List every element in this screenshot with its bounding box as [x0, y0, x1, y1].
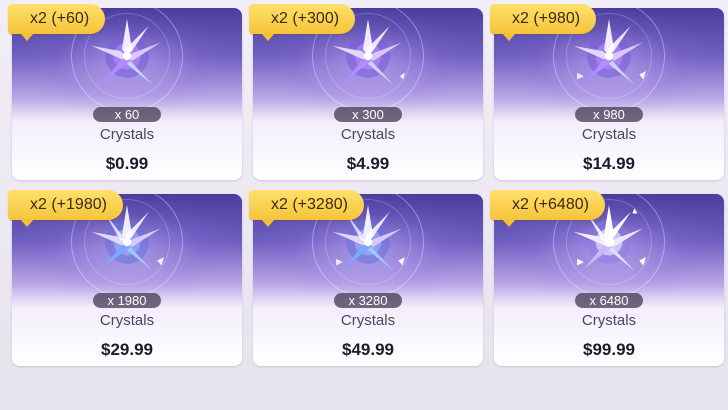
quantity-badge: x 300	[334, 107, 402, 122]
item-name: Crystals	[340, 126, 396, 143]
crystal-pack-card[interactable]: x2 (+1980) x 1980 Crystals $29.99	[8, 190, 242, 366]
crystal-pack-card[interactable]: x2 (+3280) x 3280 Crystals $49.99	[249, 190, 483, 366]
price-label: $99.99	[583, 340, 635, 359]
bonus-tag: x2 (+60)	[8, 4, 106, 41]
crystal-pack-card[interactable]: x2 (+980) x 980 Crystals $14.99	[490, 4, 724, 180]
price-label: $4.99	[346, 154, 390, 173]
crystal-pack-card[interactable]: x2 (+6480) x 6480 Crystals $99.99	[490, 190, 724, 366]
item-name: Crystals	[340, 312, 396, 329]
bonus-tag: x2 (+1980)	[8, 190, 123, 227]
item-name: Crystals	[99, 126, 155, 143]
crystal-pack-card[interactable]: x2 (+60) x 60 Crystals $0.99	[8, 4, 242, 180]
bonus-tag: x2 (+3280)	[249, 190, 364, 227]
item-name: Crystals	[99, 312, 155, 329]
price-label: $29.99	[101, 340, 153, 359]
price-label: $49.99	[342, 340, 394, 359]
bonus-tag: x2 (+300)	[249, 4, 356, 41]
item-name: Crystals	[581, 126, 637, 143]
bonus-tag: x2 (+980)	[490, 4, 597, 41]
price-label: $0.99	[105, 154, 149, 173]
quantity-badge: x 980	[575, 107, 643, 122]
price-label: $14.99	[583, 154, 635, 173]
quantity-badge: x 60	[93, 107, 161, 122]
bonus-tag: x2 (+6480)	[490, 190, 605, 227]
quantity-badge: x 1980	[93, 293, 161, 308]
item-name: Crystals	[581, 312, 637, 329]
crystal-shop-grid: x2 (+60) x 60 Crystals $0.99 x2 (+300) x…	[0, 0, 728, 410]
quantity-badge: x 6480	[575, 293, 643, 308]
crystal-pack-card[interactable]: x2 (+300) x 300 Crystals $4.99	[249, 4, 483, 180]
quantity-badge: x 3280	[334, 293, 402, 308]
